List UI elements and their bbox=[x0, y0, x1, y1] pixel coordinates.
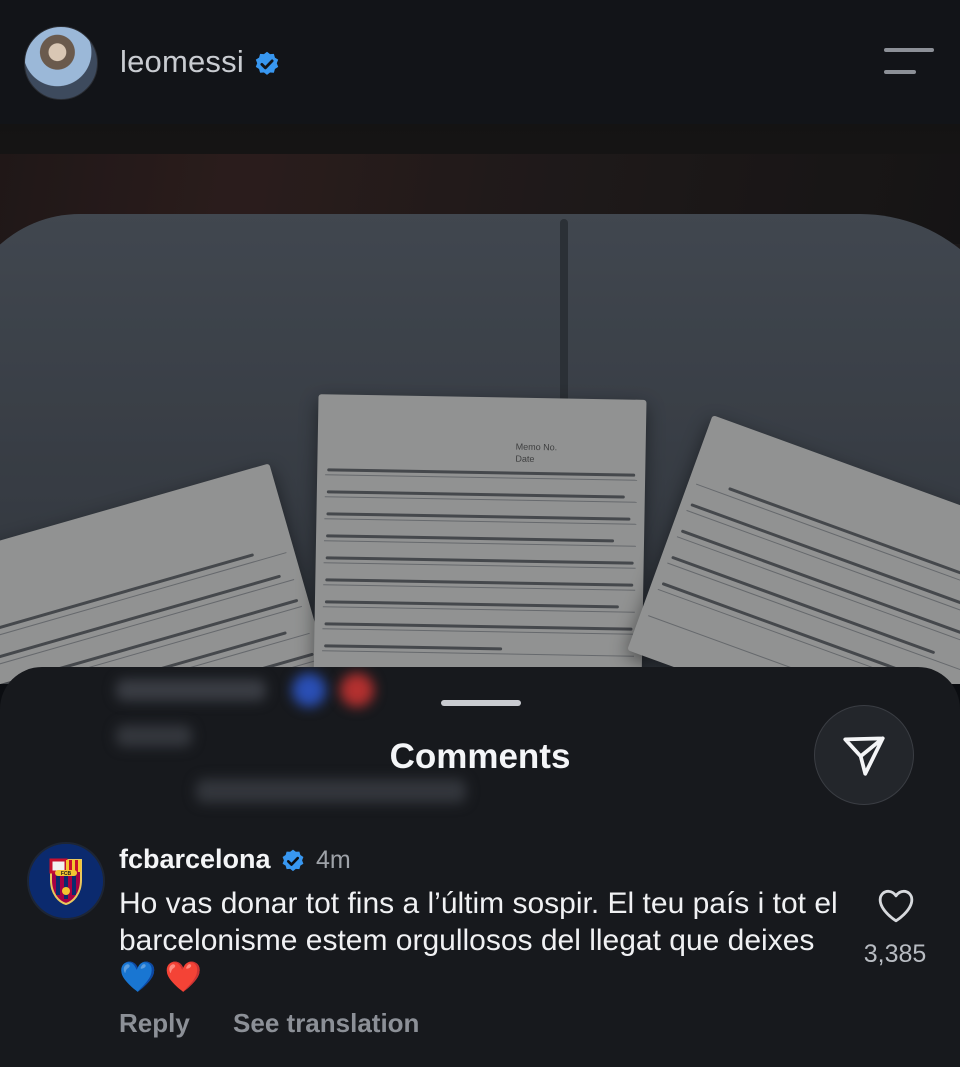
blurred-username bbox=[116, 679, 266, 701]
post-author[interactable]: leomessi bbox=[120, 44, 281, 80]
verified-badge-icon bbox=[282, 849, 304, 871]
comment-author-username[interactable]: fcbarcelona bbox=[119, 844, 271, 874]
post-image: Memo No. Date bbox=[0, 124, 960, 684]
menu-icon[interactable] bbox=[884, 48, 934, 76]
blurred-view-replies bbox=[196, 779, 466, 803]
comment-timestamp: 4m bbox=[316, 846, 351, 874]
like-comment-button[interactable] bbox=[876, 886, 916, 929]
leomessi-avatar[interactable] bbox=[24, 26, 98, 100]
like-count: 3,385 bbox=[863, 940, 927, 968]
sheet-drag-handle[interactable] bbox=[441, 700, 521, 706]
see-translation-button[interactable]: See translation bbox=[233, 1008, 419, 1038]
send-icon bbox=[843, 736, 885, 776]
reply-button[interactable]: Reply bbox=[119, 1008, 190, 1038]
fcbarcelona-avatar[interactable]: FCB bbox=[27, 842, 105, 920]
svg-text:FCB: FCB bbox=[61, 871, 72, 877]
post-header: leomessi bbox=[0, 0, 960, 124]
blurred-emoji-blue bbox=[292, 673, 326, 707]
post-author-username[interactable]: leomessi bbox=[120, 44, 244, 79]
verified-badge-icon bbox=[255, 51, 278, 75]
comment-text: Ho vas donar tot fins a l’últim sospir. … bbox=[119, 887, 838, 994]
heart-icon bbox=[878, 889, 914, 923]
blurred-emoji-red bbox=[340, 673, 374, 707]
share-send-button[interactable] bbox=[814, 705, 914, 805]
fc-barcelona-crest-icon: FCB bbox=[29, 844, 103, 918]
comment-actions: Reply See translation bbox=[119, 1008, 455, 1039]
comment-author[interactable]: fcbarcelona bbox=[119, 844, 306, 875]
image-dim-overlay bbox=[0, 124, 960, 684]
